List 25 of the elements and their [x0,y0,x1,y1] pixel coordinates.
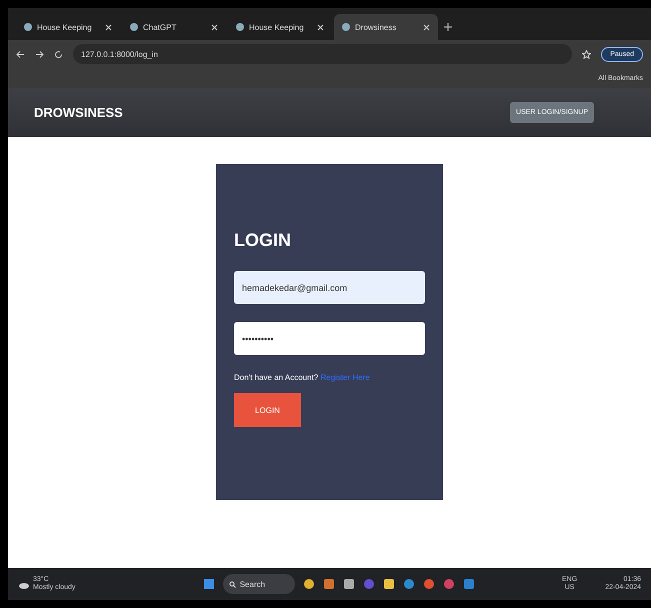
close-icon [211,24,218,30]
email-field[interactable]: hemadekedar@gmail.com [234,271,425,304]
login-title: LOGIN [234,230,292,251]
address-bar[interactable]: 127.0.0.1:8000/log_in [73,44,572,64]
browser-tab[interactable]: House Keeping [228,14,332,40]
app-icon[interactable] [342,578,355,590]
back-icon[interactable] [16,50,25,58]
browser-tab[interactable]: House Keeping [16,14,120,40]
password-field[interactable]: •••••••••• [234,322,425,355]
close-icon [423,24,430,30]
browser-tab[interactable]: ChatGPT [122,14,226,40]
plus-icon[interactable] [444,23,452,31]
brand-title[interactable]: DROWSINESS [34,105,123,120]
reload-icon[interactable] [54,50,63,58]
browser-tab[interactable]: Drowsiness [334,14,438,40]
login-button[interactable]: LOGIN [234,393,301,427]
forward-icon[interactable] [35,50,44,58]
search-icon [228,580,236,588]
close-icon [317,24,324,30]
taskbar-search[interactable]: Search [222,574,295,594]
app-icon[interactable] [322,578,335,590]
star-icon[interactable] [582,50,592,58]
register-prompt: Don't have an Account? Register Here [234,373,371,382]
close-icon [105,24,112,30]
app-icon[interactable] [302,578,315,590]
